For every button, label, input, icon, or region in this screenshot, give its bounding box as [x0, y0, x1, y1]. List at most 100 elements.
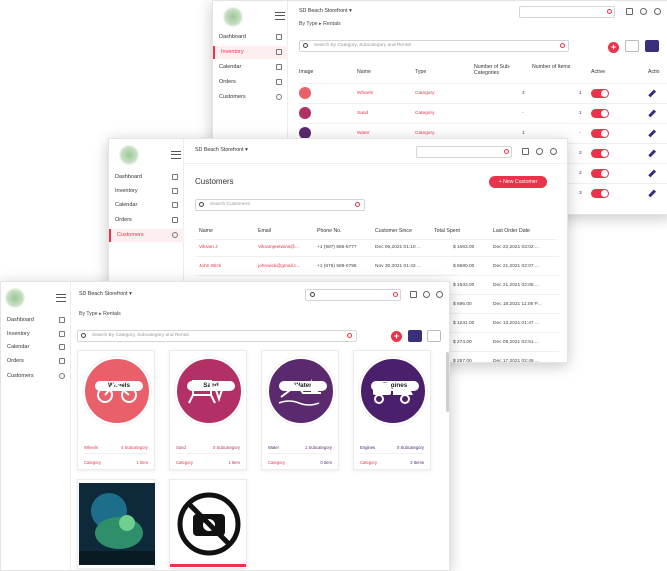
edit-icon[interactable]	[648, 89, 656, 97]
col-email[interactable]: Email	[258, 228, 271, 234]
category-name[interactable]: Engines	[360, 445, 375, 450]
cart-icon[interactable]	[626, 8, 633, 15]
sidebar-item-customers[interactable]: Customers	[213, 91, 288, 104]
grid-view-button[interactable]	[645, 40, 659, 52]
filter-submit-icon[interactable]	[560, 43, 565, 48]
category-name[interactable]: Sand	[357, 111, 368, 116]
filter-input[interactable]: Search By Category, Subcategory and Rent…	[77, 330, 357, 342]
settings-icon[interactable]	[550, 148, 557, 155]
customer-email[interactable]: Vikramjeetwins@...	[258, 245, 299, 250]
category-name[interactable]: Water	[357, 131, 370, 136]
col-items[interactable]: Number of Items	[532, 64, 578, 70]
col-name[interactable]: Name	[199, 228, 213, 234]
edit-icon[interactable]	[648, 189, 656, 197]
scrollbar[interactable]	[446, 352, 449, 412]
menu-toggle-icon[interactable]	[275, 12, 285, 20]
sidebar-item-calendar[interactable]: Calendar	[109, 199, 184, 212]
customer-name[interactable]: John Wick	[199, 264, 221, 269]
col-subcategories[interactable]: Number of Sub-Categories	[474, 64, 524, 76]
row-divider	[299, 123, 667, 124]
search-icon[interactable]	[310, 292, 315, 297]
store-selector[interactable]: SD Beach Storefront ▾	[195, 147, 248, 153]
store-selector[interactable]: SD Beach Storefront ▾	[299, 8, 352, 14]
settings-icon[interactable]	[436, 291, 443, 298]
sidebar-item-inventory[interactable]: Inventory	[1, 328, 71, 341]
store-selector[interactable]: SD Beach Storefront ▾	[79, 291, 132, 297]
active-toggle[interactable]	[591, 89, 609, 98]
sidebar-item-calendar[interactable]: Calendar	[213, 61, 288, 74]
category-name[interactable]: Water	[268, 445, 279, 450]
col-type[interactable]: Type	[415, 69, 426, 75]
menu-toggle-icon[interactable]	[171, 151, 181, 159]
category-name[interactable]: Wheels	[357, 91, 373, 96]
sidebar-item-inventory[interactable]: Inventory	[109, 185, 184, 198]
col-last-order[interactable]: Last Order Date	[493, 228, 530, 234]
search-submit-icon[interactable]	[393, 292, 398, 297]
category-card[interactable]: Water Water 1 Subcategory Category 0 Ite…	[261, 350, 339, 470]
sidebar-item-orders[interactable]: Orders	[1, 355, 71, 368]
active-toggle[interactable]	[591, 129, 609, 138]
new-customer-button[interactable]: + New Customer	[489, 176, 547, 188]
notification-icon[interactable]	[423, 291, 430, 298]
category-card[interactable]: Engines Engines 0 Subcategory Category 2…	[353, 350, 431, 470]
category-card[interactable]: Sand Sand 0 Subcategory Category 1 Item	[169, 350, 247, 470]
category-name[interactable]: Wheels	[84, 445, 98, 450]
search-input[interactable]	[305, 289, 401, 301]
sidebar-item-dashboard[interactable]: Dashboard	[1, 314, 71, 327]
edit-icon[interactable]	[648, 149, 656, 157]
customer-email[interactable]: johnwick@gmail.c...	[258, 264, 300, 269]
sidebar-item-orders[interactable]: Orders	[213, 76, 288, 89]
add-category-button[interactable]: +	[608, 42, 619, 53]
rental-card-photo[interactable]	[77, 479, 155, 569]
col-total-spent[interactable]: Total Spent	[434, 228, 460, 234]
sidebar-item-dashboard[interactable]: Dashboard	[213, 31, 288, 44]
list-view-button[interactable]	[625, 40, 639, 52]
cart-icon[interactable]	[410, 291, 417, 298]
search-input[interactable]	[519, 6, 615, 18]
sidebar-item-inventory[interactable]: Inventory	[213, 46, 288, 59]
settings-icon[interactable]	[654, 8, 661, 15]
menu-toggle-icon[interactable]	[56, 294, 66, 302]
search-icon[interactable]	[504, 149, 509, 154]
active-toggle[interactable]	[591, 149, 609, 158]
filter-submit-icon[interactable]	[347, 333, 352, 338]
customer-search-input[interactable]: Search Customers	[195, 199, 365, 211]
search-icon[interactable]	[607, 9, 612, 14]
edit-icon[interactable]	[648, 169, 656, 177]
customer-name[interactable]: Vikram J	[199, 245, 218, 250]
active-toggle[interactable]	[591, 189, 609, 198]
edit-icon[interactable]	[648, 129, 656, 137]
col-name[interactable]: Name	[357, 69, 371, 75]
list-view-button[interactable]	[427, 330, 441, 342]
rental-card-no-image[interactable]	[169, 479, 247, 569]
filter-input[interactable]: Search By Category, Subcategory and Rent…	[299, 40, 569, 52]
no-photo-icon	[177, 492, 241, 556]
item-count: 3	[579, 191, 582, 196]
edit-icon[interactable]	[648, 109, 656, 117]
col-phone[interactable]: Phone No.	[317, 228, 342, 234]
sidebar-item-dashboard[interactable]: Dashboard	[109, 171, 184, 184]
category-card[interactable]: Wheels Wheels 4 Subcategory Category 1 I…	[77, 350, 155, 470]
sidebar-item-customers[interactable]: Customers	[109, 229, 184, 242]
col-customer-since[interactable]: Customer Since	[375, 228, 412, 234]
category-illustration-icon	[373, 383, 413, 404]
customer-search-submit-icon[interactable]	[355, 202, 360, 207]
notification-icon[interactable]	[536, 148, 543, 155]
item-count: 2	[579, 171, 582, 176]
add-category-button[interactable]: +	[391, 331, 402, 342]
last-order-date: Dec 18,2021 11:06 P...	[493, 302, 542, 307]
card-accent-bar	[170, 564, 246, 567]
active-toggle[interactable]	[591, 169, 609, 178]
category-name[interactable]: Sand	[176, 445, 186, 450]
notification-icon[interactable]	[640, 8, 647, 15]
cart-icon[interactable]	[522, 148, 529, 155]
sidebar-item-calendar[interactable]: Calendar	[1, 341, 71, 354]
category-badge: Wheels	[83, 357, 151, 425]
sidebar-item-customers[interactable]: Customers	[1, 370, 71, 383]
grid-view-button[interactable]	[408, 330, 422, 342]
sidebar-item-orders[interactable]: Orders	[109, 214, 184, 227]
filter-search-icon	[81, 333, 86, 338]
active-toggle[interactable]	[591, 109, 609, 118]
search-input[interactable]	[416, 146, 512, 158]
total-spent: $ 274.00	[453, 340, 472, 345]
